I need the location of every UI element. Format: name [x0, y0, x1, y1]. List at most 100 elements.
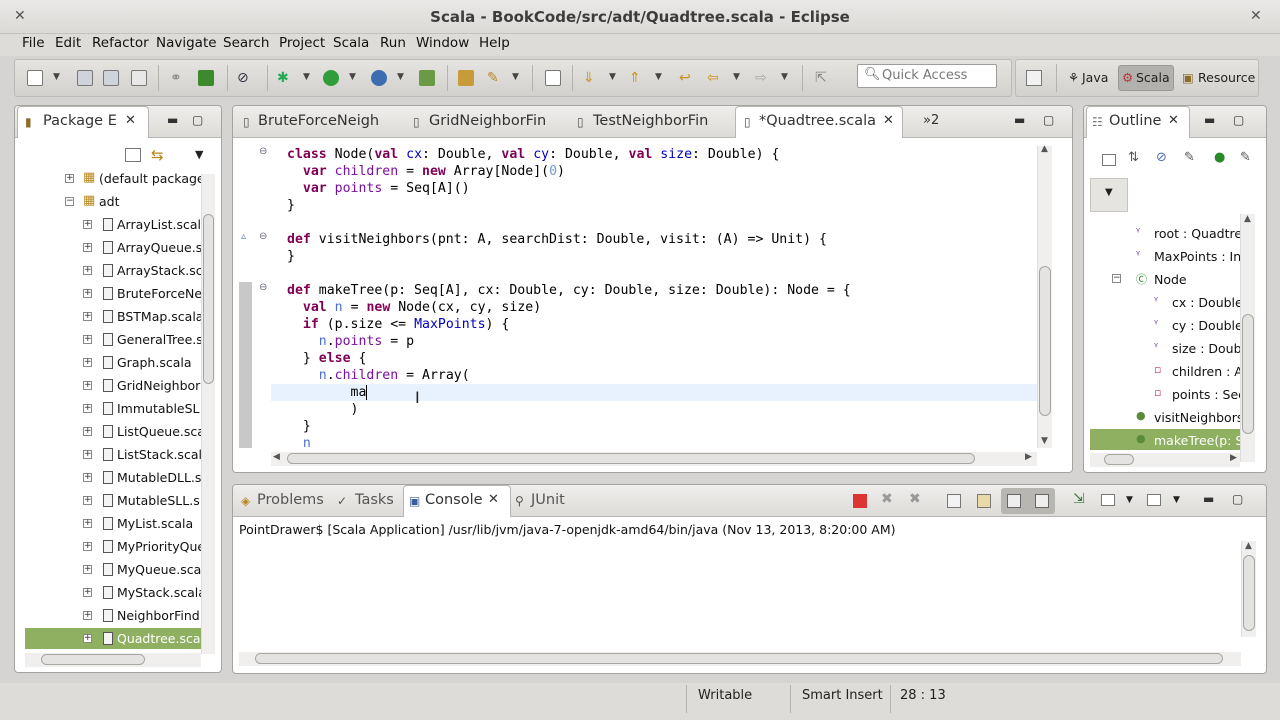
pin-console-icon[interactable]: ⇲	[1073, 491, 1085, 507]
sort-icon[interactable]: ⇅	[1128, 150, 1139, 165]
run-icon[interactable]	[323, 70, 339, 86]
back-icon[interactable]: ⇦	[707, 70, 723, 86]
last-edit-icon[interactable]: ↩	[679, 70, 695, 86]
expand-icon[interactable]: +	[83, 542, 92, 551]
run-coverage-icon[interactable]	[371, 70, 387, 86]
new-icon[interactable]	[27, 70, 43, 86]
package-explorer-hscrollbar[interactable]	[25, 653, 201, 667]
view-menu-icon[interactable]: ▼	[195, 148, 203, 161]
display-console-icon[interactable]	[1101, 494, 1115, 506]
tree-item-label[interactable]: ArrayList.scala	[117, 217, 209, 232]
print-icon[interactable]	[131, 70, 147, 86]
console-vscrollbar[interactable]: ▲	[1241, 541, 1256, 637]
expand-icon[interactable]: +	[83, 404, 92, 413]
outline-item[interactable]: root : Quadtree	[1154, 226, 1250, 241]
perspective-java[interactable]: Java	[1082, 70, 1108, 85]
close-tab-icon[interactable]: ✕	[883, 113, 894, 128]
tree-item-label[interactable]: MutableDLL.s	[117, 470, 201, 485]
expand-icon[interactable]: +	[83, 312, 92, 321]
chevron-down-icon[interactable]: ▼	[1126, 495, 1133, 505]
close-tab-icon[interactable]: ✕	[488, 492, 499, 507]
tree-item-label[interactable]: MutableSLL.s	[117, 493, 200, 508]
expand-icon[interactable]: +	[83, 450, 92, 459]
outline-item[interactable]: points : Sec	[1172, 387, 1245, 402]
expand-icon[interactable]: +	[83, 220, 92, 229]
forward-icon[interactable]: ⇨	[755, 70, 771, 86]
expand-icon[interactable]: +	[83, 496, 92, 505]
expand-icon[interactable]: +	[83, 266, 92, 275]
open-perspective-icon[interactable]	[1026, 70, 1042, 86]
next-annotation-icon[interactable]: ⇓	[583, 70, 599, 86]
clear-console-icon[interactable]	[947, 494, 961, 508]
chevron-down-icon[interactable]: ▼	[733, 72, 740, 82]
collapse-all-icon[interactable]	[125, 148, 141, 162]
tree-item-label[interactable]: ListQueue.sca	[117, 424, 205, 439]
maximize-icon[interactable]: ▢	[192, 113, 203, 127]
scroll-lock-icon[interactable]	[977, 494, 991, 508]
chevron-down-icon[interactable]: ▼	[53, 72, 60, 82]
maximize-icon[interactable]: ▢	[1043, 113, 1054, 127]
outline-item[interactable]: MaxPoints : Int	[1154, 249, 1246, 264]
chevron-down-icon[interactable]: ▼	[512, 72, 519, 82]
menu-refactor[interactable]: Refactor	[92, 35, 149, 51]
save-icon[interactable]	[77, 70, 93, 86]
outline-view-menu[interactable]: ▼	[1090, 178, 1128, 212]
fold-icon[interactable]: ⊖	[259, 231, 267, 242]
menu-project[interactable]: Project	[279, 35, 325, 51]
tree-item-label[interactable]: ListStack.scal	[117, 447, 202, 462]
package-explorer-vscrollbar[interactable]	[201, 174, 215, 654]
debug-icon[interactable]: ✱	[277, 70, 293, 86]
expand-icon[interactable]: +	[83, 519, 92, 528]
outline-item[interactable]: makeTree(p: S	[1154, 433, 1243, 448]
maximize-icon[interactable]: ▢	[1233, 113, 1244, 127]
menu-file[interactable]: File	[22, 35, 45, 51]
toggle-mark-occurrences-icon[interactable]	[545, 70, 561, 86]
expand-icon[interactable]: +	[83, 634, 92, 643]
expand-icon[interactable]: +	[83, 427, 92, 436]
collapse-icon[interactable]: −	[1112, 274, 1121, 283]
outline-item[interactable]: Node	[1154, 272, 1187, 287]
expand-icon[interactable]: +	[83, 335, 92, 344]
expand-icon[interactable]: +	[83, 358, 92, 367]
outline-item[interactable]: children : A	[1172, 364, 1243, 379]
collapse-icon[interactable]: −	[65, 197, 74, 206]
tree-item-label[interactable]: Quadtree.sca	[117, 631, 201, 646]
tree-item-label[interactable]: ImmutableSL	[117, 401, 200, 416]
tree-item-label[interactable]: GridNeighbor	[117, 378, 200, 393]
minimize-icon[interactable]: ▬	[1204, 113, 1215, 127]
open-console-icon[interactable]	[1147, 494, 1161, 506]
chevron-down-icon[interactable]: ▼	[1173, 495, 1180, 505]
show-on-stderr-icon[interactable]	[1035, 494, 1049, 508]
minimize-icon[interactable]: ▬	[1203, 492, 1214, 506]
quick-access-field[interactable]: 🔍︎ Quick Access	[857, 64, 997, 88]
terminate-icon[interactable]	[853, 494, 867, 508]
expand-icon[interactable]: +	[83, 588, 92, 597]
open-task-icon[interactable]: ✎	[487, 70, 503, 86]
tree-item-label[interactable]: BruteForceNe	[117, 286, 202, 301]
chevron-down-icon[interactable]: ▼	[397, 72, 404, 82]
tab-junit[interactable]: JUnit	[531, 492, 565, 508]
menu-window[interactable]: Window	[416, 35, 469, 51]
expand-icon[interactable]: +	[83, 473, 92, 482]
outline-hscrollbar[interactable]: ▶	[1090, 453, 1240, 467]
outline-item[interactable]: cy : Double	[1172, 318, 1243, 333]
chevron-down-icon[interactable]: ▼	[609, 72, 616, 82]
external-tools-icon[interactable]	[419, 70, 435, 86]
minimize-icon[interactable]: ▬	[1014, 113, 1025, 127]
expand-icon[interactable]: +	[83, 611, 92, 620]
console-view-icon[interactable]	[198, 70, 214, 86]
tab-tasks[interactable]: Tasks	[355, 492, 394, 508]
chevron-down-icon[interactable]: ▼	[781, 72, 788, 82]
hide-nonpublic-icon[interactable]: ●	[1214, 150, 1225, 165]
expand-icon[interactable]: +	[65, 174, 74, 183]
tree-item-label[interactable]: NeighborFind	[117, 608, 200, 623]
perspective-scala[interactable]: Scala	[1136, 70, 1170, 85]
menu-edit[interactable]: Edit	[55, 35, 81, 51]
menu-search[interactable]: Search	[223, 35, 269, 51]
close-tab-icon[interactable]: ✕	[125, 113, 136, 128]
close-tab-icon[interactable]: ✕	[1168, 113, 1179, 128]
code-editor[interactable]: class Node(val cx: Double, val cy: Doubl…	[287, 146, 851, 452]
tree-item-label[interactable]: MyList.scala	[117, 516, 193, 531]
hide-fields-icon[interactable]: ⊘	[1156, 150, 1167, 165]
tree-item-label[interactable]: MyStack.scala	[117, 585, 206, 600]
